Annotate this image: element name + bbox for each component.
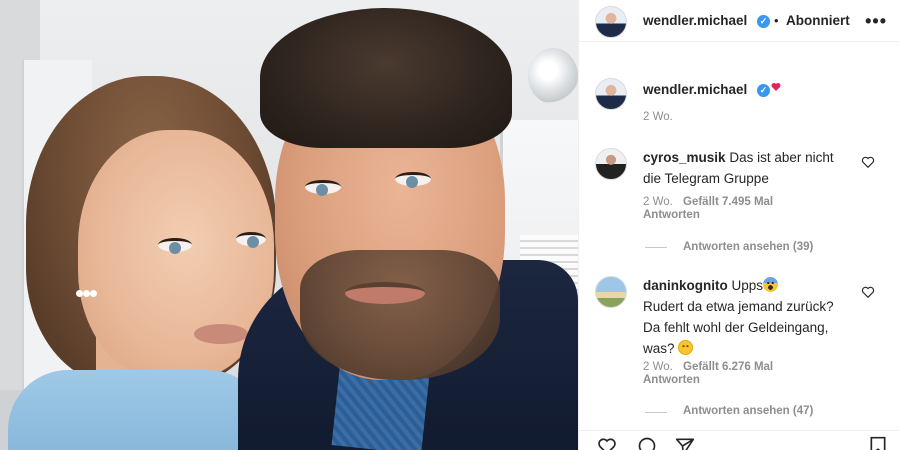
woman-left-eye: [158, 238, 192, 254]
man-beard: [300, 250, 500, 380]
verified-badge-icon: ✓: [757, 15, 770, 28]
comment-username[interactable]: daninkognito: [643, 278, 728, 293]
caption-avatar[interactable]: [595, 78, 627, 110]
comment-text-line: Upps: [731, 278, 764, 293]
comment-likes[interactable]: Gefällt 7.495 Mal: [683, 196, 773, 208]
post-side-panel: wendler.michael ✓ • Abonniert ••• wendle…: [578, 0, 900, 450]
post-photo[interactable]: [0, 0, 578, 450]
verified-badge-icon: ✓: [757, 84, 770, 97]
replies-divider: [645, 412, 667, 413]
like-heart-icon[interactable]: [595, 436, 619, 450]
save-bookmark-icon[interactable]: [867, 436, 889, 450]
woman-shirt: [8, 370, 268, 450]
comment-text-line: Da fehlt wohl der Geldeingang,: [643, 320, 829, 335]
comment-time[interactable]: 2 Wo.: [643, 361, 673, 373]
man-hair: [260, 8, 512, 148]
header-avatar[interactable]: [595, 6, 627, 38]
comment-username[interactable]: cyros_musik: [643, 150, 726, 165]
comment-text-line: Rudert da etwa jemand zurück?: [643, 299, 834, 314]
comment-time[interactable]: 2 Wo.: [643, 196, 673, 208]
like-heart-icon[interactable]: [861, 285, 875, 299]
man-left-eye: [305, 180, 341, 196]
comment-text-line: was?: [643, 341, 675, 356]
post-header: wendler.michael ✓ • Abonniert •••: [579, 0, 900, 42]
man-mouth: [345, 282, 425, 304]
comment-body: daninkognito Upps Rudert da etwa jemand …: [643, 275, 834, 359]
woman-earring: [76, 290, 83, 297]
heart-emoji-icon: [771, 83, 781, 91]
comment-reply-button[interactable]: Antworten: [643, 209, 700, 221]
woman-right-eye: [236, 232, 266, 248]
replies-divider: [645, 247, 667, 248]
comment-text-line: Das ist aber nicht: [729, 150, 834, 165]
header-separator: •: [774, 13, 779, 28]
comment-avatar[interactable]: [595, 148, 627, 180]
comment-body: cyros_musik Das ist aber nicht die Teleg…: [643, 147, 834, 189]
follow-status-button[interactable]: Abonniert: [786, 13, 850, 28]
comment-text-line: die Telegram Gruppe: [643, 171, 769, 186]
share-icon[interactable]: [673, 436, 697, 450]
comment-reply-button[interactable]: Antworten: [643, 374, 700, 386]
caption-username[interactable]: wendler.michael: [643, 82, 747, 97]
caption-time[interactable]: 2 Wo.: [643, 111, 673, 123]
woman-lips: [194, 324, 248, 344]
man-right-eye: [395, 172, 431, 188]
comment-avatar[interactable]: [595, 276, 627, 308]
smile-emoji-icon: [678, 340, 694, 355]
scream-emoji-icon: [763, 277, 779, 292]
more-options-icon[interactable]: •••: [865, 12, 887, 30]
action-bar: [579, 430, 900, 450]
photo-chandelier: [528, 48, 578, 104]
view-replies-button[interactable]: Antworten ansehen (47): [683, 405, 813, 417]
view-replies-button[interactable]: Antworten ansehen (39): [683, 241, 813, 253]
like-heart-icon[interactable]: [861, 155, 875, 169]
comment-likes[interactable]: Gefällt 6.276 Mal: [683, 361, 773, 373]
comment-icon[interactable]: [635, 436, 659, 450]
header-username[interactable]: wendler.michael: [643, 13, 747, 28]
